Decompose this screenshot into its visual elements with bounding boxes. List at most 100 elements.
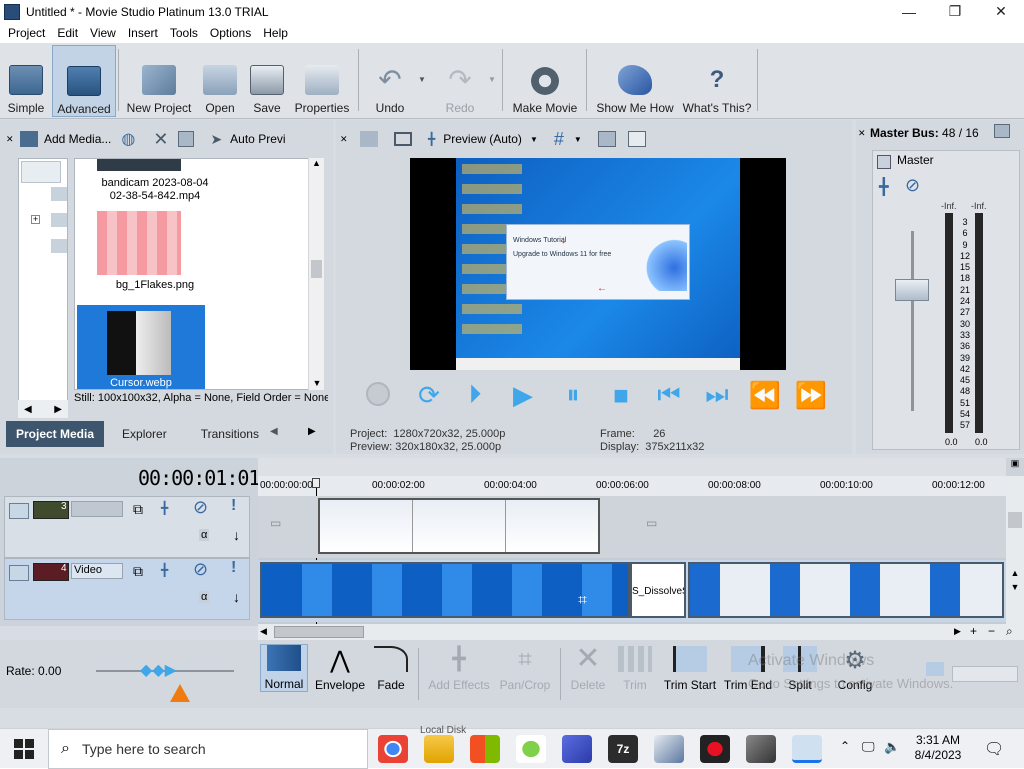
track-solo-icon[interactable]: ! — [231, 559, 236, 577]
video-frame[interactable]: Windows Tutorial Upgrade to Windows 11 f… — [410, 158, 786, 370]
media-thumbnail[interactable] — [97, 159, 181, 171]
scroll-thumb[interactable] — [1008, 512, 1022, 528]
menu-view[interactable]: View — [84, 26, 122, 40]
overlay-dropdown-icon[interactable]: ▼ — [574, 135, 582, 144]
file-explorer-icon[interactable] — [424, 735, 454, 763]
app-icon-blue[interactable] — [562, 735, 592, 763]
menu-help[interactable]: Help — [257, 26, 294, 40]
panel-grip-icon[interactable]: ✕ — [340, 134, 354, 145]
tab-transitions[interactable]: Transitions — [177, 421, 269, 447]
envelope-tool[interactable]: ⋀ Envelope — [312, 644, 368, 692]
pan-crop-button[interactable]: ⌗ Pan/Crop — [496, 644, 554, 692]
previous-frame-button[interactable]: ⏪ — [749, 380, 781, 410]
zoom-out-icon[interactable]: − — [988, 624, 995, 638]
trim-button[interactable]: Trim — [612, 644, 658, 692]
copy-snapshot-icon[interactable] — [597, 131, 616, 147]
timeline-vscroll[interactable]: ▣ ▲ ▼ — [1006, 458, 1024, 626]
rate-slider-thumb[interactable] — [170, 684, 190, 702]
save-button[interactable]: Save — [246, 47, 288, 115]
delete-media-icon[interactable]: ✕ — [153, 129, 168, 150]
menu-insert[interactable]: Insert — [122, 26, 164, 40]
trim-tool-icon[interactable] — [926, 662, 944, 676]
track-header-3[interactable]: 3 ⧉ ╋ ⊘ ! α ↓ — [4, 496, 250, 558]
mute-icon[interactable]: ⊘ — [905, 175, 920, 196]
track-lane-3[interactable]: ▭ ▭ — [258, 496, 1006, 558]
crop-icon[interactable]: ⌗ — [578, 592, 587, 610]
next-frame-button[interactable]: ⏩ — [795, 380, 827, 410]
track-name-field[interactable] — [71, 501, 123, 517]
timecode-display[interactable]: 00:00:01:01 — [138, 466, 260, 490]
normal-edit-tool[interactable]: Normal — [260, 644, 308, 692]
menu-project[interactable]: Project — [2, 26, 51, 40]
redo-dropdown-icon[interactable]: ▼ — [488, 75, 496, 84]
timeline-area[interactable]: ▭ ▭ ⌗ S_DissolveS 00:00:00:00 00:00:02:00… — [258, 458, 1024, 640]
show-me-how-button[interactable]: Show Me How — [592, 47, 678, 115]
preview-properties-icon[interactable] — [360, 131, 378, 147]
compositing-icon[interactable]: ⧉ — [133, 563, 143, 580]
media-folder-tree[interactable]: + — [18, 158, 68, 418]
tutorial-clip[interactable] — [318, 498, 600, 554]
expand-tracks-icon[interactable]: ▣ — [1006, 458, 1024, 476]
bandicam-clip[interactable]: ⌗ — [260, 562, 630, 618]
mixer-properties-icon[interactable] — [994, 124, 1010, 138]
track-fx-icon[interactable]: ╋ — [161, 563, 168, 577]
snapping-control[interactable] — [952, 666, 1018, 682]
media-vscroll[interactable]: ▲ ▼ — [308, 158, 324, 390]
media-item-selected[interactable]: Cursor.webp — [77, 305, 205, 389]
track-mute-icon[interactable]: ⊘ — [193, 559, 208, 580]
track-collapse-icon[interactable] — [9, 503, 29, 519]
scroll-left-icon[interactable]: ◀ — [24, 404, 32, 415]
record-button[interactable] — [366, 382, 390, 406]
bandicam-record-icon[interactable] — [700, 735, 730, 763]
panel-grip-icon[interactable]: ✕ — [6, 134, 20, 145]
maximize-button[interactable]: ❐ — [932, 0, 978, 23]
undo-button[interactable]: ↶ Undo — [366, 47, 414, 116]
master-fx-chain-icon[interactable]: ╋ — [879, 177, 889, 197]
track-solo-icon[interactable]: ! — [231, 497, 236, 515]
master-fx-icon[interactable] — [877, 155, 891, 169]
loop-playback-button[interactable]: ⟳ — [414, 380, 444, 410]
track-alpha-icon[interactable]: α — [199, 591, 210, 603]
simple-button[interactable]: Simple — [4, 47, 48, 115]
tray-chevron-icon[interactable]: ⌃ — [840, 739, 850, 753]
scroll-left-icon[interactable]: ◀ — [260, 626, 267, 637]
scroll-down-icon[interactable]: ▼ — [309, 378, 325, 388]
track-collapse-icon[interactable] — [9, 565, 29, 581]
volume-fader[interactable] — [895, 279, 929, 301]
tab-project-media[interactable]: Project Media — [6, 421, 105, 447]
minimize-button[interactable]: — — [886, 0, 932, 23]
add-media-button[interactable]: Add Media... — [44, 132, 111, 146]
chrome-icon[interactable] — [378, 735, 408, 763]
marker-bar[interactable] — [258, 458, 1006, 476]
go-to-start-button[interactable]: ⏮ — [654, 379, 684, 410]
add-effects-button[interactable]: ╋ Add Effects — [426, 644, 492, 692]
go-to-end-button[interactable]: ⏭ — [702, 379, 732, 410]
timeline-hscroll[interactable]: ◀ ▶ + − ⌕ — [258, 624, 1024, 640]
whats-this-button[interactable]: ? What's This? — [680, 47, 754, 115]
new-project-button[interactable]: New Project — [124, 47, 194, 115]
media-item-name[interactable]: bg_1Flakes.png — [75, 279, 235, 291]
preview-mode-dropdown-icon[interactable]: ▼ — [530, 135, 538, 144]
preview-quality-icon[interactable]: ╋ — [428, 132, 435, 146]
movie-studio-taskbar-icon[interactable] — [792, 735, 822, 763]
advanced-button[interactable]: Advanced — [52, 45, 116, 117]
undo-dropdown-icon[interactable]: ▼ — [418, 75, 426, 84]
media-properties-icon[interactable] — [178, 131, 195, 147]
auto-preview-button[interactable]: Auto Previ — [230, 132, 285, 146]
close-button[interactable]: ✕ — [978, 0, 1024, 23]
transition-clip[interactable]: S_DissolveS — [630, 562, 686, 618]
redo-button[interactable]: ↷ Redo — [436, 47, 484, 116]
menu-options[interactable]: Options — [204, 26, 257, 40]
globe-icon[interactable]: ◍ — [121, 129, 135, 149]
app-icon-green[interactable] — [516, 735, 546, 763]
menu-tools[interactable]: Tools — [164, 26, 204, 40]
track-motion-icon[interactable]: ↓ — [233, 589, 240, 605]
track-lane-4[interactable]: ⌗ S_DissolveS — [258, 560, 1006, 622]
app-icon-vector[interactable] — [654, 735, 684, 763]
scroll-thumb[interactable] — [274, 626, 364, 638]
volume-icon[interactable]: 🔈 — [884, 739, 900, 755]
track-name-field[interactable]: Video — [71, 563, 123, 579]
play-from-start-button[interactable]: ⏵ — [460, 379, 490, 410]
cursor-icon[interactable]: ➤ — [210, 131, 222, 148]
media-list[interactable]: bandicam 2023-08-04 02-38-54-842.mp4 bg_… — [74, 158, 322, 390]
